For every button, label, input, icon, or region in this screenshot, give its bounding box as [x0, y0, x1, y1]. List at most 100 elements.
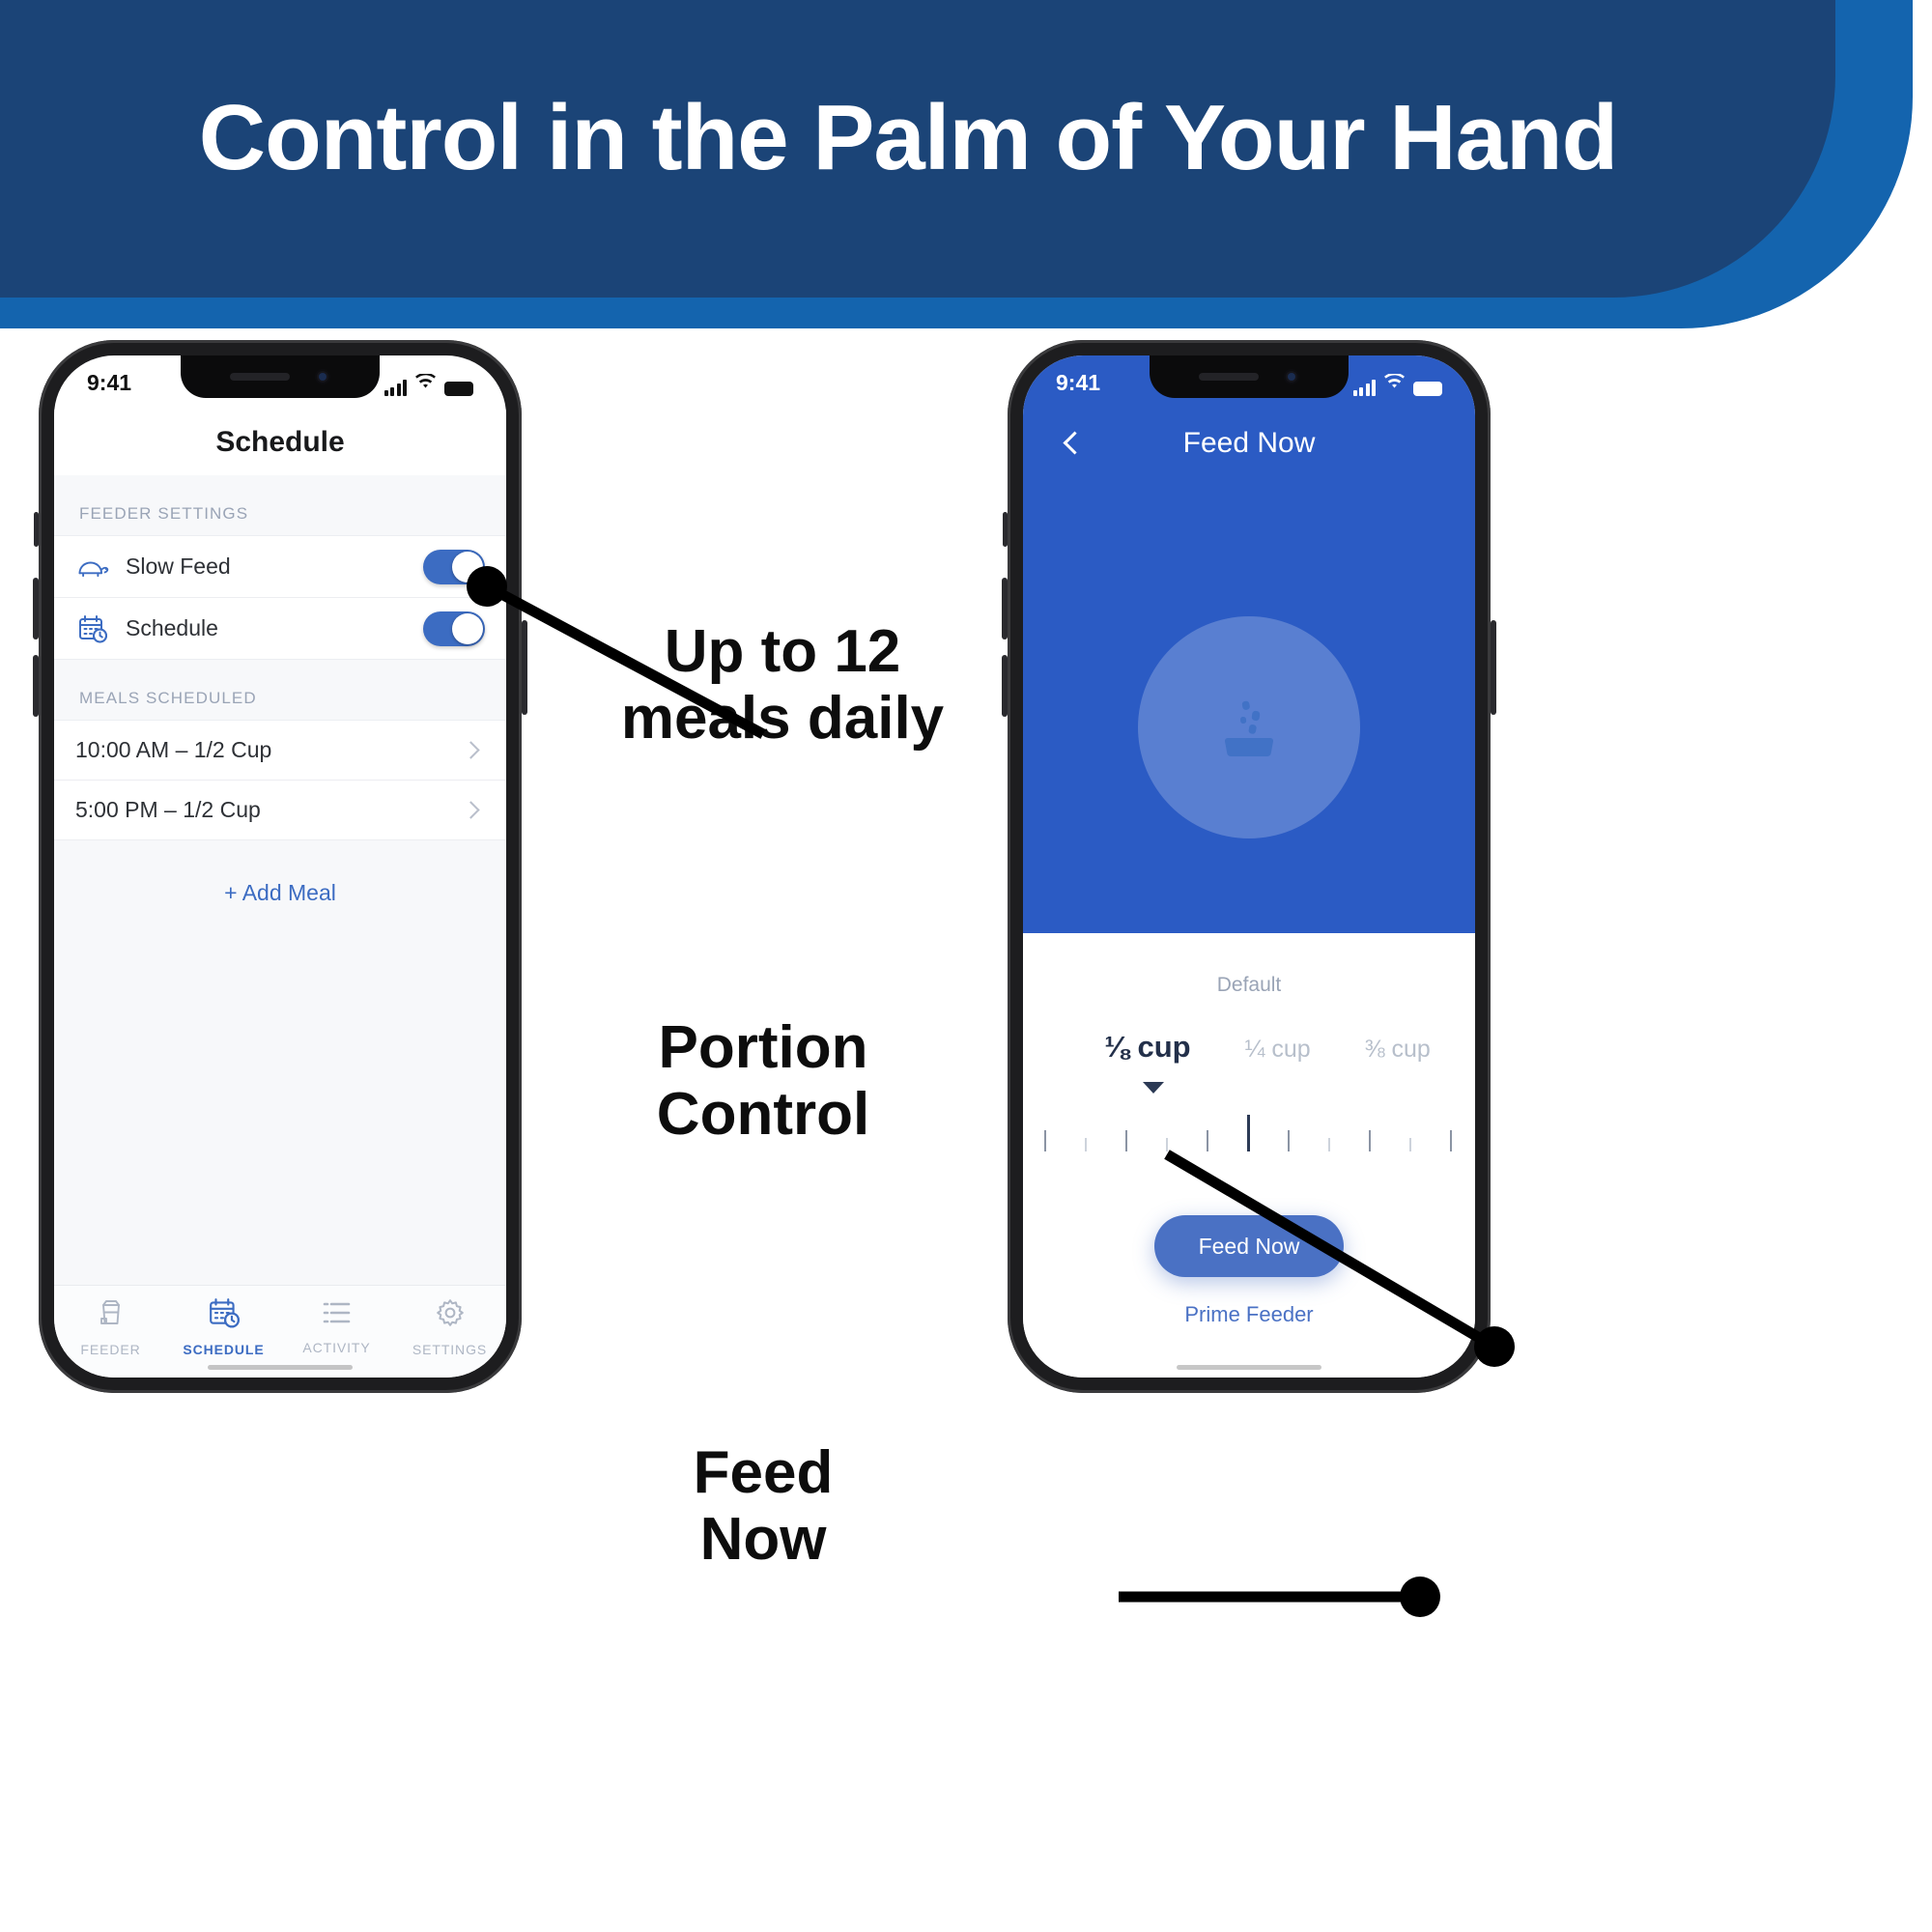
hero-circle — [1138, 616, 1360, 838]
meal-label: 5:00 PM – 1/2 Cup — [75, 797, 261, 822]
earpiece-speaker — [1199, 373, 1259, 381]
leader-dot-feed — [1400, 1577, 1440, 1617]
toggle-knob — [452, 551, 483, 582]
feed-now-button[interactable]: Feed Now — [1154, 1215, 1344, 1277]
toggle-knob — [452, 612, 483, 644]
food-bowl-icon — [1196, 672, 1302, 783]
volume-up-button — [1002, 578, 1008, 639]
setting-row-schedule[interactable]: Schedule — [54, 598, 506, 660]
ruler-tick — [1207, 1130, 1208, 1151]
food-bag-icon — [95, 1296, 128, 1334]
phone-mockup-left: 9:41 Schedule FEEDER SETTINGS Slow Feed … — [33, 340, 527, 1393]
home-indicator[interactable] — [1177, 1365, 1321, 1370]
calendar-clock-icon — [75, 611, 110, 646]
callout-line: Up to 12 — [664, 618, 901, 685]
meal-row[interactable]: 10:00 AM – 1/2 Cup — [54, 721, 506, 781]
section-header-feeder-settings: FEEDER SETTINGS — [54, 475, 506, 536]
ruler-tick — [1085, 1138, 1087, 1151]
phone-mockup-right: 9:41 Feed Now Default ⅛ cup ¼ cup ⅜ cup … — [1002, 340, 1496, 1393]
callout-meals-daily: Up to 12 meals daily — [580, 618, 985, 753]
tab-label: SCHEDULE — [183, 1342, 265, 1357]
setting-row-slow-feed[interactable]: Slow Feed — [54, 536, 506, 598]
status-indicators — [1352, 370, 1442, 396]
chevron-right-icon — [462, 801, 480, 819]
header-banner: Control in the Palm of Your Hand — [0, 0, 1932, 338]
cellular-bars-icon — [1352, 379, 1376, 396]
meal-label: 10:00 AM – 1/2 Cup — [75, 737, 272, 762]
ruler-tick — [1288, 1130, 1290, 1151]
volume-down-button — [1002, 655, 1008, 717]
volume-down-button — [33, 655, 39, 717]
nav-title-feed-now: Feed Now — [1182, 427, 1316, 459]
cellular-bars-icon — [384, 379, 407, 396]
turtle-icon — [75, 550, 110, 584]
callout-line: Control — [656, 1081, 870, 1149]
default-label: Default — [1216, 974, 1282, 996]
status-time: 9:41 — [1056, 369, 1101, 395]
front-camera — [315, 369, 330, 384]
ruler-tick-current — [1247, 1115, 1250, 1151]
status-time: 9:41 — [87, 369, 132, 395]
calendar-clock-icon — [208, 1296, 241, 1334]
volume-up-button — [33, 578, 39, 639]
gear-icon — [434, 1296, 467, 1334]
add-meal-button[interactable]: + Add Meal — [224, 880, 336, 906]
toggle-schedule[interactable] — [423, 611, 485, 646]
chevron-left-icon — [1062, 430, 1087, 455]
callout-line: Portion — [658, 1014, 868, 1081]
ruler-tick — [1044, 1130, 1046, 1151]
status-indicators — [384, 370, 473, 396]
portion-ruler[interactable] — [1023, 1109, 1475, 1151]
page-title: Control in the Palm of Your Hand — [198, 86, 1618, 189]
banner-main-shape: Control in the Palm of Your Hand — [0, 0, 1835, 298]
nav-title-schedule: Schedule — [215, 426, 345, 458]
ruler-tick — [1369, 1130, 1371, 1151]
mute-switch — [1003, 512, 1008, 547]
ruler-tick — [1450, 1130, 1452, 1151]
callout-line: Feed — [693, 1439, 834, 1506]
portion-option[interactable]: ⅜ cup — [1365, 1036, 1431, 1064]
tab-label: FEEDER — [80, 1342, 141, 1357]
caret-down-icon — [1143, 1082, 1164, 1094]
tab-settings[interactable]: SETTINGS — [393, 1286, 506, 1378]
portion-option[interactable]: ¼ cup — [1245, 1036, 1311, 1064]
home-indicator[interactable] — [208, 1365, 353, 1370]
tab-label: SETTINGS — [412, 1342, 488, 1357]
bottom-tab-bar: FEEDER SCHEDULE ACTIVITY SETTINGS — [54, 1285, 506, 1378]
portion-selector[interactable]: ⅛ cup ¼ cup ⅜ cup — [1023, 1030, 1475, 1065]
tab-feeder[interactable]: FEEDER — [54, 1286, 167, 1378]
ruler-tick — [1166, 1138, 1168, 1151]
wifi-icon — [414, 370, 437, 396]
wifi-icon — [1383, 370, 1406, 396]
chevron-right-icon — [462, 741, 480, 759]
schedule-content: FEEDER SETTINGS Slow Feed Schedule MEALS… — [54, 475, 506, 1285]
portion-option-selected[interactable]: ⅛ cup — [1104, 1030, 1191, 1065]
toggle-slow-feed[interactable] — [423, 549, 485, 584]
front-camera — [1284, 369, 1299, 384]
power-button — [1491, 620, 1496, 715]
battery-full-icon — [1413, 381, 1442, 396]
list-icon — [321, 1298, 354, 1332]
meal-row[interactable]: 5:00 PM – 1/2 Cup — [54, 781, 506, 840]
callout-line: Now — [699, 1506, 827, 1574]
tab-label: ACTIVITY — [302, 1340, 371, 1355]
setting-label-slow-feed: Slow Feed — [126, 554, 231, 579]
right-phone-screen: 9:41 Feed Now Default ⅛ cup ¼ cup ⅜ cup … — [1023, 355, 1475, 1378]
add-meal-container: + Add Meal — [54, 840, 506, 945]
back-button[interactable] — [1052, 413, 1096, 471]
callout-line: meals daily — [620, 685, 945, 753]
tab-activity[interactable]: ACTIVITY — [280, 1286, 393, 1378]
tab-schedule[interactable]: SCHEDULE — [167, 1286, 280, 1378]
nav-bar-left: Schedule — [54, 410, 506, 475]
power-button — [522, 620, 527, 715]
ruler-tick — [1125, 1130, 1127, 1151]
left-phone-screen: 9:41 Schedule FEEDER SETTINGS Slow Feed … — [54, 355, 506, 1378]
section-header-meals-scheduled: MEALS SCHEDULED — [54, 660, 506, 721]
notch — [181, 355, 380, 398]
callout-portion-control: Portion Control — [580, 1014, 947, 1149]
callout-feed-now: Feed Now — [609, 1439, 918, 1574]
battery-full-icon — [444, 381, 473, 396]
ruler-tick — [1409, 1138, 1411, 1151]
portion-sheet: Default ⅛ cup ¼ cup ⅜ cup Feed Now Prime… — [1023, 933, 1475, 1378]
prime-feeder-link[interactable]: Prime Feeder — [1023, 1302, 1475, 1327]
